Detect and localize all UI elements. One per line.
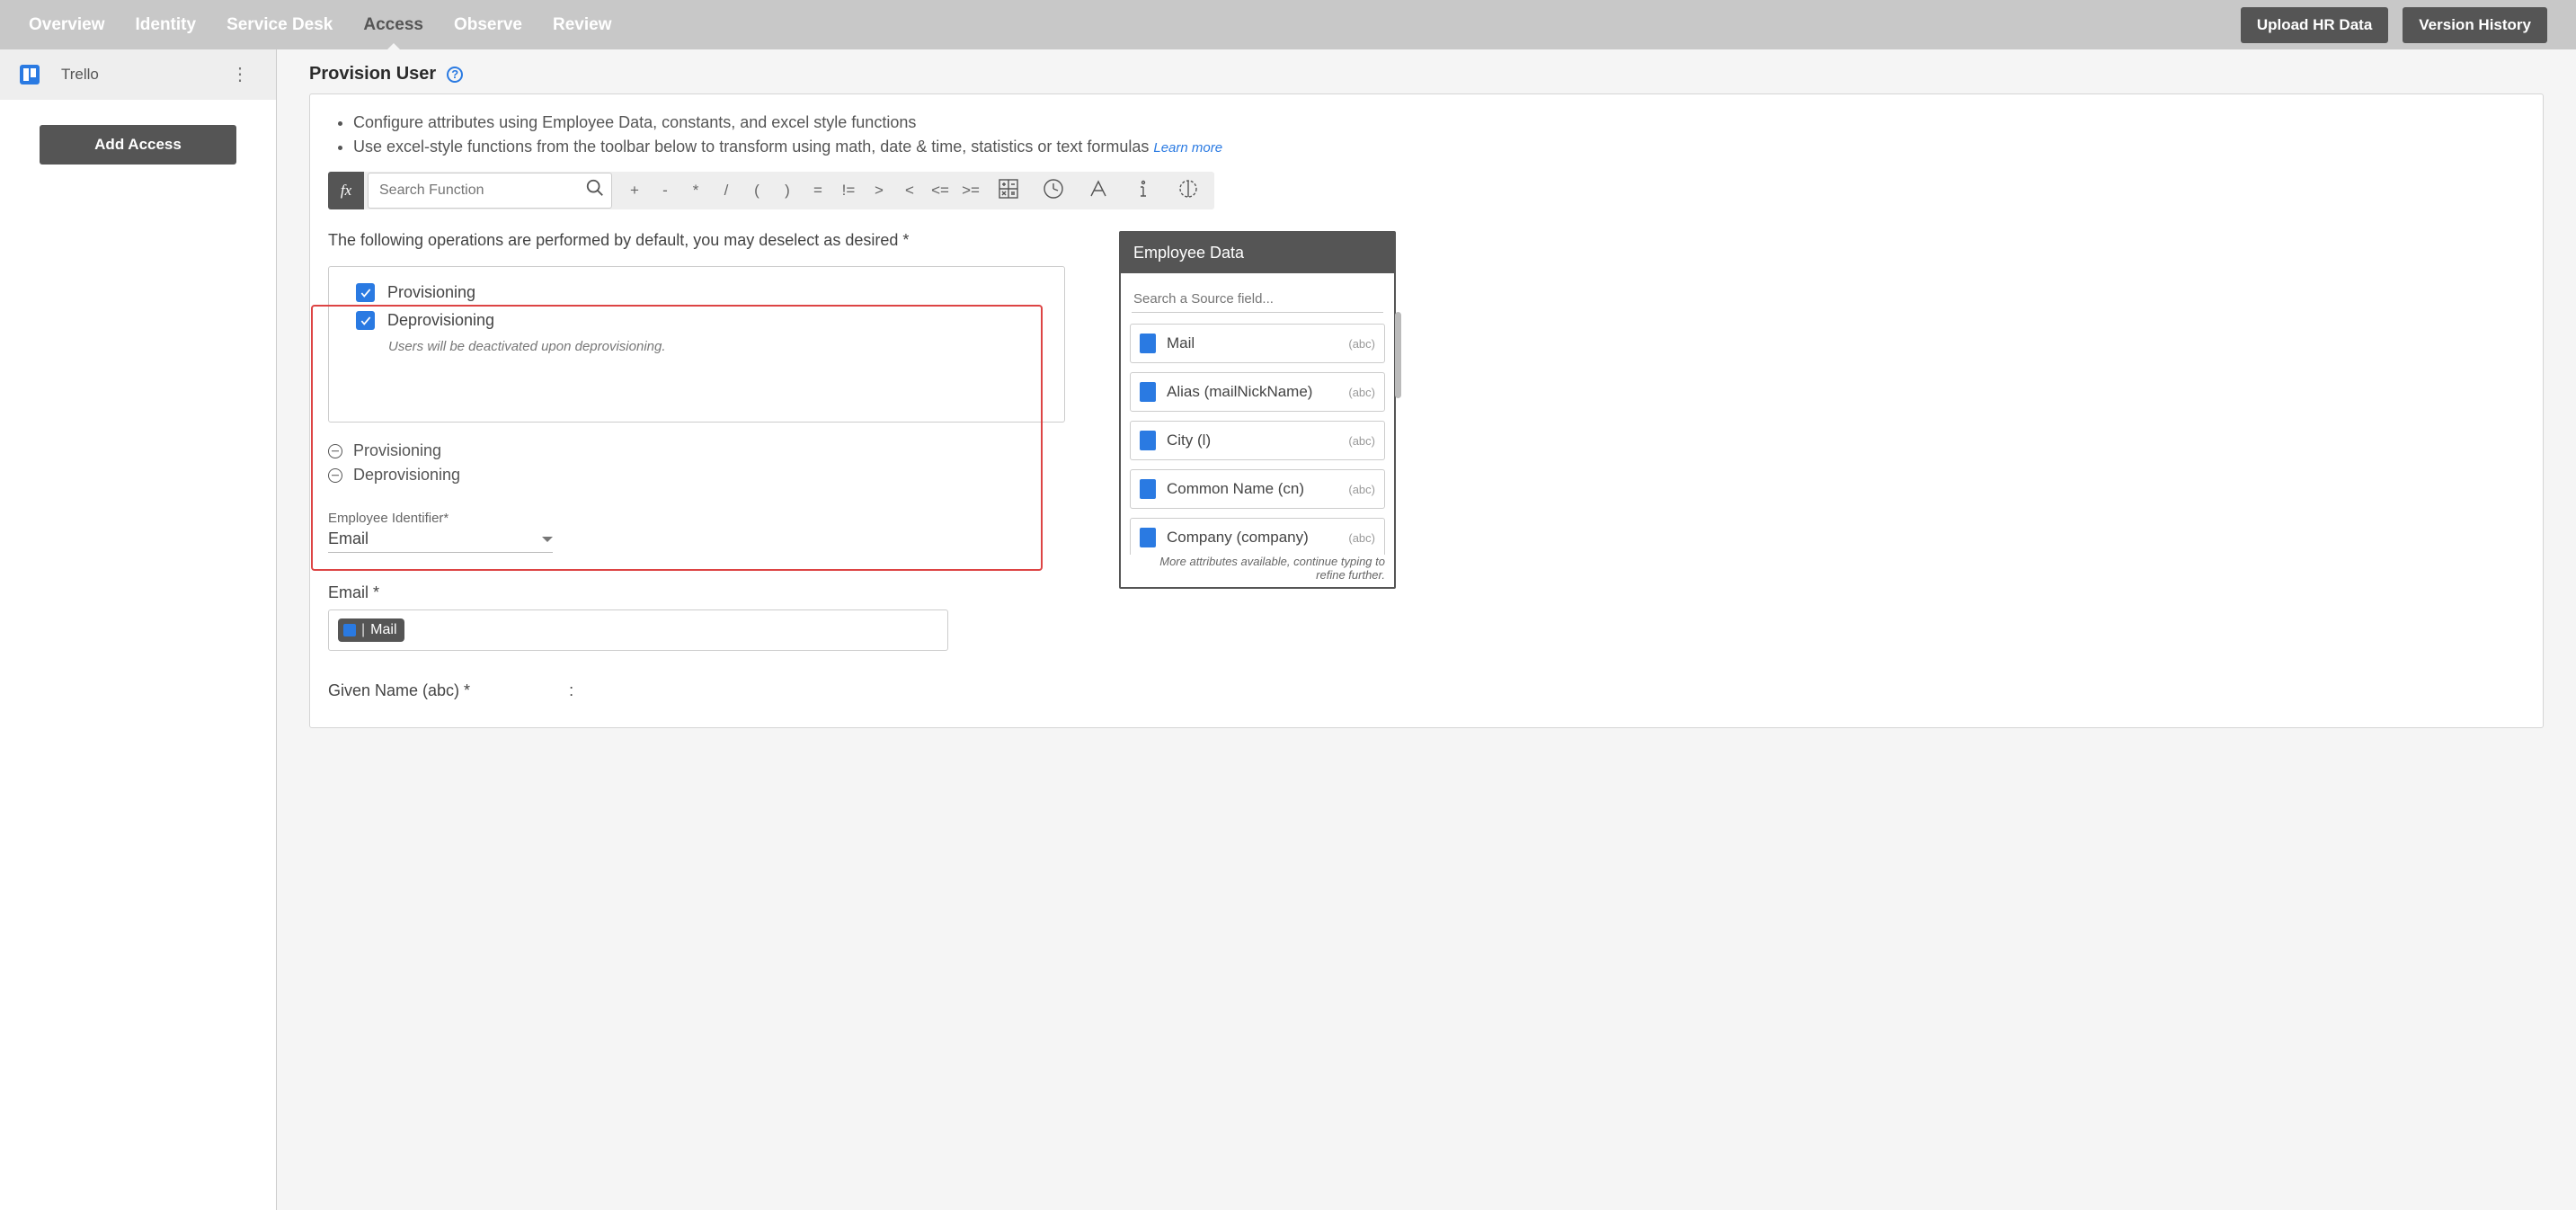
top-nav: Overview Identity Service Desk Access Ob… <box>29 15 611 35</box>
operations-title: The following operations are performed b… <box>328 231 1065 250</box>
book-icon <box>1140 382 1156 402</box>
deprovisioning-checkbox[interactable] <box>356 311 375 330</box>
nav-access[interactable]: Access <box>363 15 423 35</box>
caret-down-icon <box>542 537 553 542</box>
add-access-button[interactable]: Add Access <box>40 125 236 165</box>
main-content: Provision User ? Configure attributes us… <box>277 49 2576 1210</box>
kebab-menu-icon[interactable]: ⋮ <box>224 62 256 87</box>
source-field-alias[interactable]: Alias (mailNickName) (abc) <box>1130 372 1385 412</box>
given-name-label: Given Name (abc) * <box>328 681 470 700</box>
email-field-label: Email * <box>328 583 1065 602</box>
nav-identity[interactable]: Identity <box>136 15 197 35</box>
employee-data-search[interactable] <box>1132 286 1383 313</box>
provision-card: Configure attributes using Employee Data… <box>309 93 2544 728</box>
source-field-common-name[interactable]: Common Name (cn) (abc) <box>1130 469 1385 509</box>
nav-service-desk[interactable]: Service Desk <box>227 15 333 35</box>
op-not-equals[interactable]: != <box>833 182 864 200</box>
deprovisioning-helper: Users will be deactivated upon deprovisi… <box>388 339 1037 354</box>
sidebar: Trello ⋮ Add Access <box>0 49 277 1210</box>
op-multiply[interactable]: * <box>680 182 711 200</box>
top-bar: Overview Identity Service Desk Access Ob… <box>0 0 2576 49</box>
minus-circle-icon[interactable] <box>328 444 342 458</box>
function-toolbar: fx + - * / ( ) = != > < <box>328 172 1214 209</box>
op-divide[interactable]: / <box>711 182 742 200</box>
top-actions: Upload HR Data Version History <box>2241 7 2547 43</box>
info-bullet-1: Configure attributes using Employee Data… <box>353 111 2525 135</box>
op-lte[interactable]: <= <box>925 182 955 200</box>
source-field-mail[interactable]: Mail (abc) <box>1130 324 1385 363</box>
page-title: Provision User <box>309 64 436 85</box>
book-icon <box>1140 479 1156 499</box>
employee-data-panel: Employee Data Mail (abc) Alias (mailNick… <box>1119 231 1396 589</box>
learn-more-link[interactable]: Learn more <box>1153 140 1222 156</box>
employee-data-footer: More attributes available, continue typi… <box>1121 555 1394 587</box>
minus-circle-icon[interactable] <box>328 468 342 483</box>
misc-icon[interactable] <box>1166 178 1211 204</box>
op-gte[interactable]: >= <box>955 182 986 200</box>
version-history-button[interactable]: Version History <box>2403 7 2547 43</box>
operations-box: Provisioning Deprovisioning Users will b… <box>328 266 1065 423</box>
fx-icon: fx <box>328 172 364 209</box>
book-icon <box>1140 528 1156 547</box>
help-icon[interactable]: ? <box>447 67 463 83</box>
trello-icon <box>20 65 40 85</box>
op-paren-open[interactable]: ( <box>742 182 772 200</box>
book-icon <box>1140 431 1156 450</box>
book-icon <box>343 624 356 636</box>
mail-chip[interactable]: | Mail <box>338 618 404 642</box>
scrollbar-thumb[interactable] <box>1395 312 1401 398</box>
provisioning-checkbox[interactable] <box>356 283 375 302</box>
info-bullet-2: Use excel-style functions from the toolb… <box>353 135 2525 159</box>
sidebar-item-trello[interactable]: Trello ⋮ <box>0 49 276 100</box>
sidebar-item-label: Trello <box>61 66 224 84</box>
employee-identifier-select[interactable]: Email <box>328 529 553 553</box>
op-greater[interactable]: > <box>864 182 894 200</box>
nav-review[interactable]: Review <box>553 15 611 35</box>
nav-observe[interactable]: Observe <box>454 15 522 35</box>
minus-provisioning-label: Provisioning <box>353 439 441 463</box>
upload-hr-data-button[interactable]: Upload HR Data <box>2241 7 2388 43</box>
text-icon[interactable] <box>1076 178 1121 204</box>
employee-identifier-label: Employee Identifier* <box>328 511 1065 526</box>
provisioning-label: Provisioning <box>387 283 475 302</box>
email-field-input[interactable]: | Mail <box>328 609 948 651</box>
op-plus[interactable]: + <box>619 182 650 200</box>
book-icon <box>1140 334 1156 353</box>
op-paren-close[interactable]: ) <box>772 182 803 200</box>
minus-deprovisioning-label: Deprovisioning <box>353 463 460 487</box>
math-icon[interactable] <box>986 178 1031 204</box>
colon-label: : <box>569 681 573 700</box>
deprovisioning-label: Deprovisioning <box>387 311 494 330</box>
nav-overview[interactable]: Overview <box>29 15 105 35</box>
op-minus[interactable]: - <box>650 182 680 200</box>
clock-icon[interactable] <box>1031 178 1076 204</box>
source-field-company[interactable]: Company (company) (abc) <box>1130 518 1385 555</box>
op-equals[interactable]: = <box>803 182 833 200</box>
employee-data-list[interactable]: Mail (abc) Alias (mailNickName) (abc) Ci… <box>1121 318 1394 555</box>
employee-data-header: Employee Data <box>1121 233 1394 273</box>
info-icon[interactable] <box>1121 178 1166 204</box>
employee-identifier-value: Email <box>328 529 369 548</box>
op-less[interactable]: < <box>894 182 925 200</box>
search-function-input[interactable] <box>368 173 612 209</box>
source-field-city[interactable]: City (l) (abc) <box>1130 421 1385 460</box>
